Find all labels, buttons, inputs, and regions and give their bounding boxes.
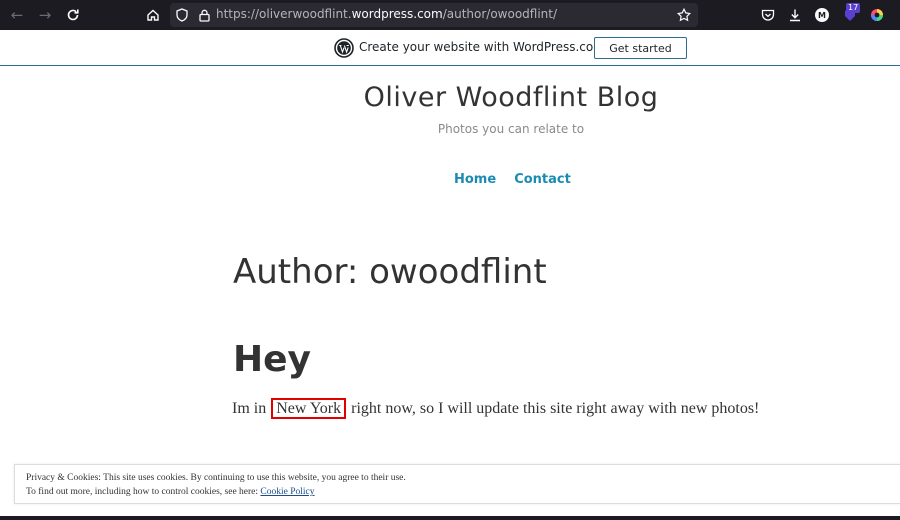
cookie-notice: Privacy & Cookies: This site uses cookie… — [14, 464, 900, 504]
highlighted-location: New York — [271, 398, 347, 419]
extension-badge: 17 — [846, 3, 861, 13]
post-text-before: Im in — [232, 400, 271, 417]
url-bar[interactable]: https://oliverwoodflint.wordpress.com/au… — [170, 3, 698, 27]
cookie-notice-line2-text: To find out more, including how to contr… — [26, 487, 261, 497]
browser-toolbar: ← → https://oliverwoodflint.wordpress.co… — [0, 0, 900, 30]
post-content: Im in New York right now, so I will upda… — [232, 398, 760, 419]
forward-icon[interactable]: → — [34, 4, 56, 26]
bookmark-star-icon[interactable] — [676, 7, 692, 23]
lock-icon[interactable] — [196, 7, 212, 23]
account-icon[interactable]: M — [813, 6, 831, 24]
bottom-edge — [0, 516, 900, 520]
wordpress-banner: Create your website with WordPress.com G… — [0, 30, 900, 66]
color-extension-icon[interactable] — [868, 6, 886, 24]
nav-home-link[interactable]: Home — [454, 172, 496, 187]
cookie-notice-line1: Privacy & Cookies: This site uses cookie… — [26, 473, 406, 483]
shield-icon[interactable] — [174, 7, 190, 23]
url-text[interactable]: https://oliverwoodflint.wordpress.com/au… — [216, 7, 557, 21]
site-description: Photos you can relate to — [437, 122, 585, 136]
back-icon[interactable]: ← — [6, 4, 28, 26]
reload-icon[interactable] — [62, 4, 84, 26]
wordpress-logo-icon[interactable] — [334, 38, 354, 58]
nav-contact-link[interactable]: Contact — [514, 172, 571, 187]
post-title[interactable]: Hey — [233, 339, 311, 380]
pocket-icon[interactable] — [759, 6, 777, 24]
wordpress-banner-text[interactable]: Create your website with WordPress.com — [359, 40, 605, 54]
get-started-button[interactable]: Get started — [594, 37, 687, 59]
home-icon[interactable] — [142, 4, 164, 26]
cookie-policy-link[interactable]: Cookie Policy — [260, 487, 314, 497]
account-initial: M — [815, 8, 829, 22]
cookie-notice-line2: To find out more, including how to contr… — [26, 487, 315, 497]
site-navigation: Home Contact — [454, 172, 571, 187]
site-title[interactable]: Oliver Woodflint Blog — [0, 82, 900, 113]
page-title: Author: owoodflint — [233, 252, 547, 292]
post-text-after: right now, so I will update this site ri… — [347, 400, 760, 417]
download-icon[interactable] — [786, 6, 804, 24]
